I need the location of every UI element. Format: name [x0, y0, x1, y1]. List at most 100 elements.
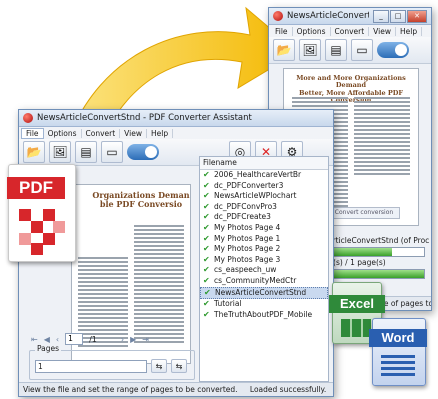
doc-button[interactable]: ▤ — [325, 39, 347, 61]
left-menubar: File Options Convert View Help — [19, 127, 333, 139]
status-hint: View the file and set the range of pages… — [23, 385, 238, 394]
check-icon[interactable]: ✔ — [203, 310, 211, 321]
file-list-row[interactable]: ✔ dc_PDFConvPro3 — [200, 202, 328, 213]
left-window-title: NewsArticleConvertStnd - PDF Converter A… — [37, 113, 252, 123]
word-file-icon: Word — [369, 318, 427, 386]
pdf-label: PDF — [7, 177, 65, 199]
convert-button[interactable]: Convert conversion — [328, 207, 400, 219]
check-icon[interactable]: ✔ — [203, 244, 211, 255]
file-name: dc_PDFConverter3 — [214, 180, 284, 190]
check-icon[interactable]: ✔ — [203, 181, 211, 192]
pdf-pattern-icon — [19, 209, 65, 255]
word-lines-icon — [381, 355, 415, 377]
check-icon[interactable]: ✔ — [203, 265, 211, 276]
file-name: dc_PDFCreate3 — [214, 212, 271, 222]
mode-toggle[interactable] — [127, 144, 159, 160]
file-list-row[interactable]: ✔ cs_CommunityMedCtr — [200, 276, 328, 287]
page-total: /1 — [89, 334, 97, 344]
file-list-row[interactable]: ✔ My Photos Page 1 — [200, 234, 328, 245]
menu-options[interactable]: Options — [44, 128, 82, 138]
file-name: My Photos Page 3 — [214, 254, 281, 264]
file-list-row[interactable]: ✔ cs_easpeech_uw — [200, 265, 328, 276]
file-list-row[interactable]: ✔ My Photos Page 2 — [200, 244, 328, 255]
image-button[interactable]: 🖼 — [299, 39, 321, 61]
pages-range-input[interactable]: 1 — [35, 360, 147, 373]
page-number-input[interactable]: 1 — [65, 333, 84, 345]
screen-button[interactable]: ▭ — [351, 39, 373, 61]
file-name: dc_PDFConvPro3 — [214, 201, 277, 211]
file-list-row[interactable]: ✔ NewsArticleConvertStnd — [200, 286, 328, 300]
image-button[interactable]: 🖼 — [49, 141, 71, 163]
next-page-icon[interactable]: ▶ — [130, 335, 136, 344]
menu-help[interactable]: Help — [396, 26, 423, 36]
preview-text-column-2 — [134, 223, 184, 345]
range-apply-icon[interactable]: ⇆ — [151, 359, 167, 373]
check-icon[interactable]: ✔ — [203, 170, 211, 181]
app-icon — [23, 113, 33, 123]
check-icon[interactable]: ✔ — [203, 255, 211, 266]
close-button[interactable]: ✕ — [407, 9, 427, 23]
check-icon[interactable]: ✔ — [203, 202, 211, 213]
word-label: Word — [369, 329, 427, 347]
app-icon — [273, 11, 283, 21]
next-icon[interactable]: › — [121, 335, 124, 344]
menu-convert[interactable]: Convert — [331, 26, 370, 36]
preview-headline-1: More and More Organizations Demand — [296, 74, 406, 90]
file-name: TheTruthAboutPDF_Mobile — [214, 309, 313, 319]
left-statusbar: View the file and set the range of pages… — [19, 382, 333, 396]
preview-headline-2: ble PDF Conversio — [99, 199, 183, 210]
check-icon[interactable]: ✔ — [203, 223, 211, 234]
first-page-icon[interactable]: ⇤ — [31, 335, 38, 344]
file-list-row[interactable]: ✔ My Photos Page 3 — [200, 255, 328, 266]
mode-toggle[interactable] — [377, 42, 409, 58]
file-name: My Photos Page 1 — [214, 233, 281, 243]
screen-button[interactable]: ▭ — [101, 141, 123, 163]
maximize-button[interactable]: □ — [390, 9, 406, 23]
pdf-file-icon: PDF — [7, 164, 76, 262]
file-list-row[interactable]: ✔ dc_PDFConverter3 — [200, 181, 328, 192]
file-list-row[interactable]: ✔ TheTruthAboutPDF_Mobile — [200, 310, 328, 321]
excel-grid-icon — [341, 319, 371, 337]
right-toolbar: 📂 🖼 ▤ ▭ — [269, 37, 431, 64]
menu-options[interactable]: Options — [293, 26, 331, 36]
minimize-button[interactable]: _ — [373, 9, 389, 23]
file-list-row[interactable]: ✔ Tutorial — [200, 299, 328, 310]
file-name: cs_easpeech_uw — [214, 265, 277, 275]
preview-text-column-2 — [354, 95, 410, 177]
file-name: NewsArticleWPlochart — [214, 191, 297, 201]
status-result: Loaded successfully. — [249, 385, 327, 394]
range-reset-icon[interactable]: ⇆ — [171, 359, 187, 373]
doc-button[interactable]: ▤ — [75, 141, 97, 163]
open-folder-button[interactable]: 📂 — [23, 141, 45, 163]
file-list-row[interactable]: ✔ dc_PDFCreate3 — [200, 212, 328, 223]
prev-icon[interactable]: ‹ — [56, 335, 59, 344]
menu-view[interactable]: View — [120, 128, 147, 138]
menu-view[interactable]: View — [369, 26, 396, 36]
right-window-title: NewsArticleConvertStnd - PDF C... — [287, 11, 369, 21]
menu-file[interactable]: File — [21, 127, 44, 139]
file-list-row[interactable]: ✔ NewsArticleWPlochart — [200, 191, 328, 202]
file-name: cs_CommunityMedCtr — [214, 275, 297, 285]
check-icon[interactable]: ✔ — [203, 299, 211, 310]
check-icon[interactable]: ✔ — [203, 276, 211, 287]
menu-file[interactable]: File — [271, 26, 293, 36]
prev-page-icon[interactable]: ◀ — [44, 335, 50, 344]
menu-convert[interactable]: Convert — [82, 128, 121, 138]
check-icon[interactable]: ✔ — [204, 288, 212, 299]
left-titlebar[interactable]: NewsArticleConvertStnd - PDF Converter A… — [19, 110, 333, 127]
pages-group-label: Pages — [35, 344, 62, 353]
check-icon[interactable]: ✔ — [203, 191, 211, 202]
file-name: Tutorial — [214, 299, 242, 309]
last-page-icon[interactable]: ⇥ — [142, 335, 149, 344]
check-icon[interactable]: ✔ — [203, 212, 211, 223]
file-list-row[interactable]: ✔ 2006_HealthcareVertBr — [200, 170, 328, 181]
file-list-row[interactable]: ✔ My Photos Page 4 — [200, 223, 328, 234]
file-name: NewsArticleConvertStnd — [215, 287, 307, 297]
file-name: My Photos Page 2 — [214, 244, 281, 254]
open-folder-button[interactable]: 📂 — [273, 39, 295, 61]
menu-help[interactable]: Help — [147, 128, 174, 138]
file-list: Filename ✔ 2006_HealthcareVertBr ✔ dc_PDFCo… — [199, 156, 329, 382]
check-icon[interactable]: ✔ — [203, 234, 211, 245]
filename-column-header[interactable]: Filename — [200, 157, 328, 170]
right-titlebar[interactable]: NewsArticleConvertStnd - PDF C... _ □ ✕ — [269, 8, 431, 25]
